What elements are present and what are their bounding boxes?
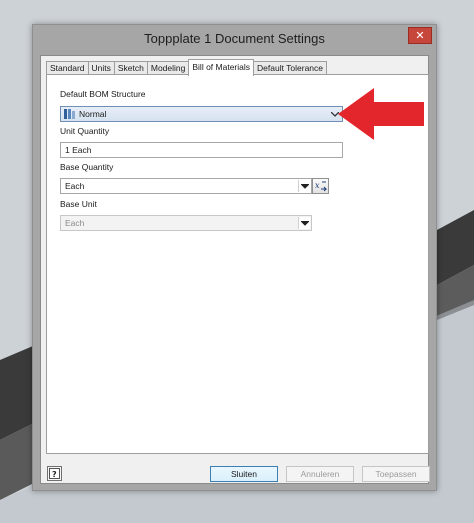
svg-text:x: x — [315, 181, 320, 190]
window-close-button[interactable]: ✕ — [408, 27, 432, 44]
cancel-button: Annuleren — [286, 466, 354, 482]
svg-text:?: ? — [52, 470, 57, 479]
title-bar[interactable]: Toppplate 1 Document Settings ✕ — [33, 25, 436, 53]
base-quantity-label: Base Quantity — [60, 162, 114, 172]
red-arrow-annotation — [338, 88, 424, 140]
base-unit-label: Base Unit — [60, 199, 97, 209]
bom-structure-dropdown[interactable]: Normal — [60, 106, 343, 122]
tab-strip: Standard Units Sketch Modeling Bill of M… — [46, 59, 328, 76]
apply-button: Toepassen — [362, 466, 430, 482]
tab-modeling[interactable]: Modeling — [146, 61, 190, 75]
window-title: Toppplate 1 Document Settings — [144, 31, 325, 46]
help-icon: ? — [49, 468, 60, 479]
base-unit-dropdown: Each — [60, 215, 312, 231]
unit-quantity-label: Unit Quantity — [60, 126, 110, 136]
tab-sketch[interactable]: Sketch — [113, 61, 148, 75]
close-button[interactable]: Sluiten — [210, 466, 278, 482]
bom-structure-icon — [64, 109, 75, 119]
help-button[interactable]: ? — [47, 466, 62, 481]
unit-quantity-input[interactable]: 1 Each — [60, 142, 343, 158]
bom-structure-value: Normal — [79, 109, 107, 119]
function-button[interactable]: x — [312, 178, 329, 194]
chevron-down-icon[interactable] — [298, 180, 310, 192]
tab-bill-of-materials[interactable]: Bill of Materials — [188, 59, 255, 76]
function-icon: x — [315, 181, 328, 192]
base-quantity-dropdown[interactable]: Each — [60, 178, 312, 194]
tab-units[interactable]: Units — [87, 61, 115, 75]
tab-standard[interactable]: Standard — [46, 61, 89, 75]
base-quantity-value: Each — [65, 181, 85, 191]
tab-default-tolerance[interactable]: Default Tolerance — [253, 61, 328, 75]
bom-structure-label: Default BOM Structure — [60, 89, 146, 99]
unit-quantity-value: 1 Each — [65, 145, 92, 155]
base-unit-value: Each — [65, 218, 85, 228]
chevron-down-icon — [298, 217, 310, 229]
